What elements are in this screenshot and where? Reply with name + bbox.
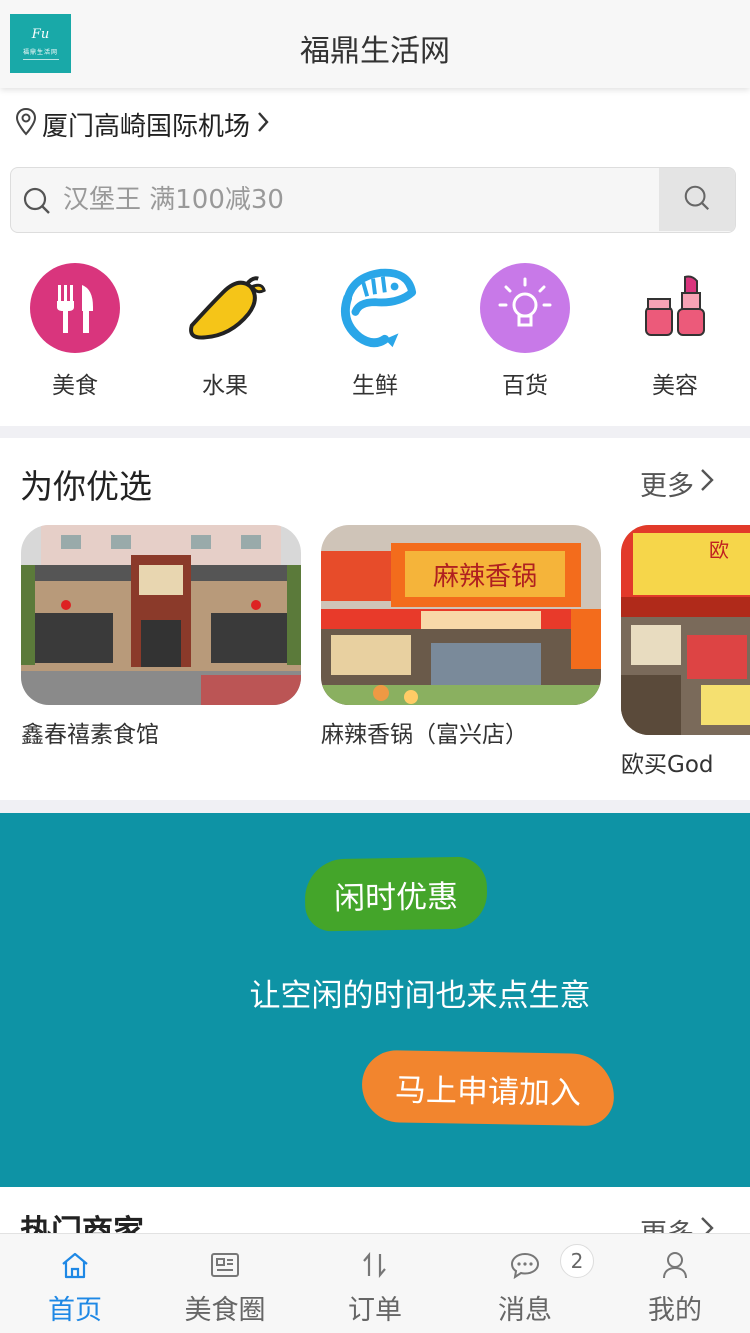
chat-icon — [505, 1248, 545, 1282]
category-food[interactable]: 美食 — [0, 262, 150, 402]
tab-label: 消息 — [498, 1295, 552, 1326]
tab-label: 我的 — [648, 1295, 702, 1326]
recommended-card[interactable]: 欧 欧买God — [621, 525, 750, 779]
tab-label: 首页 — [48, 1295, 102, 1326]
recommended-card[interactable]: 麻辣香锅 麻辣香锅（富兴店） — [321, 525, 601, 749]
location-selector[interactable]: 厦门高崎国际机场 — [14, 104, 270, 144]
search-icon — [21, 185, 53, 221]
search-button[interactable] — [659, 168, 735, 231]
category-label: 生鲜 — [352, 373, 398, 399]
apply-join-button[interactable]: 马上申请加入 — [361, 1049, 615, 1127]
news-icon — [205, 1248, 245, 1282]
lipstick-icon — [630, 262, 720, 354]
recommended-title: 为你优选 — [20, 467, 152, 506]
shrimp-icon — [330, 262, 420, 354]
category-label: 美容 — [652, 373, 698, 399]
store-name: 鑫春禧素食馆 — [21, 722, 159, 748]
location-pin-icon — [14, 107, 38, 141]
tab-profile[interactable]: 我的 — [600, 1234, 750, 1333]
chevron-right-icon — [256, 110, 270, 138]
category-general[interactable]: 百货 — [450, 262, 600, 402]
chevron-right-icon — [700, 467, 714, 500]
lightbulb-icon — [480, 262, 570, 354]
more-label: 更多 — [640, 471, 694, 502]
tab-label: 美食圈 — [184, 1295, 266, 1326]
category-label: 美食 — [52, 373, 98, 399]
store-photo: 欧 — [621, 525, 750, 735]
promo-tagline: 让空闲的时间也来点生意 — [249, 978, 591, 1014]
message-count-badge: 2 — [560, 1244, 594, 1278]
category-grid: 美食 水果 生鲜 百货 美容 — [0, 262, 750, 402]
fork-knife-icon — [30, 262, 120, 354]
page-title: 福鼎生活网 — [300, 34, 450, 69]
store-photo — [21, 525, 301, 705]
category-seafood[interactable]: 生鲜 — [300, 262, 450, 402]
store-sign-text: 欧 — [709, 538, 729, 562]
tab-orders[interactable]: 订单 — [300, 1234, 450, 1333]
store-photo: 麻辣香锅 — [321, 525, 601, 705]
app-page: Fu 福鼎生活网 福鼎生活网 厦门高崎国际机场 汉堡王 满100减30 美食 水… — [0, 0, 750, 1333]
recommended-more-link[interactable]: 更多 — [640, 464, 714, 503]
category-label: 百货 — [502, 373, 548, 399]
bottom-tab-bar: 首页 美食圈 订单 消息 我的 — [0, 1233, 750, 1333]
search-bar — [10, 167, 736, 233]
category-fruit[interactable]: 水果 — [150, 262, 300, 402]
sort-icon — [355, 1248, 395, 1282]
section-divider — [0, 426, 750, 438]
top-header: Fu 福鼎生活网 福鼎生活网 — [0, 0, 750, 88]
store-name: 麻辣香锅（富兴店） — [321, 722, 528, 748]
mango-icon — [180, 262, 270, 354]
tab-home[interactable]: 首页 — [0, 1234, 150, 1333]
tab-label: 订单 — [348, 1295, 402, 1326]
promo-badge: 闲时优惠 — [304, 856, 488, 932]
search-icon — [682, 183, 712, 217]
search-input[interactable] — [63, 176, 653, 224]
recommended-card[interactable]: 鑫春禧素食馆 — [21, 525, 301, 749]
category-beauty[interactable]: 美容 — [600, 262, 750, 402]
home-icon — [55, 1248, 95, 1282]
store-sign-text: 麻辣香锅 — [433, 562, 537, 592]
store-name: 欧买God — [621, 752, 714, 778]
user-icon — [655, 1248, 695, 1282]
category-label: 水果 — [202, 373, 248, 399]
section-divider — [0, 800, 750, 813]
tab-food-circle[interactable]: 美食圈 — [150, 1234, 300, 1333]
location-label: 厦门高崎国际机场 — [42, 111, 251, 142]
